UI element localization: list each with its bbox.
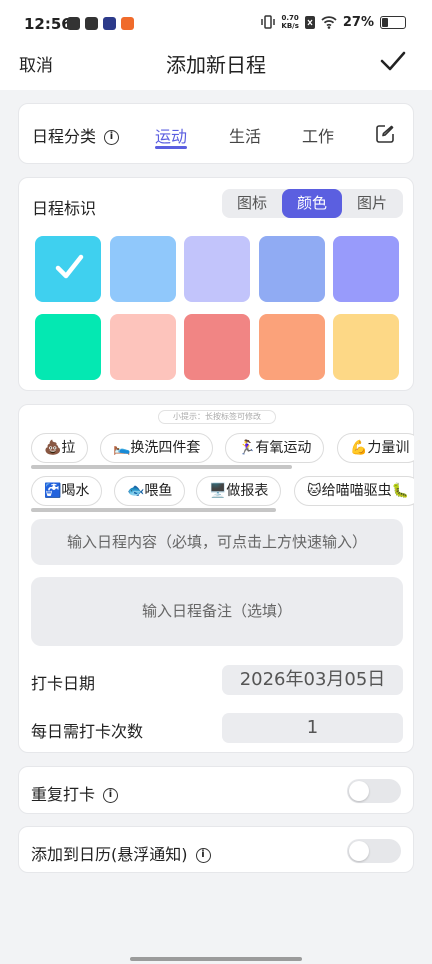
tag-hint: 小提示：长按标签可修改 [158, 410, 276, 424]
tab-work[interactable]: 工作 [302, 123, 334, 147]
quick-tags-row-2[interactable]: 🚰喝水 🐟喂鱼 🖥️做报表 🐱给喵喵驱虫🐛 [31, 476, 414, 510]
repeat-toggle[interactable] [347, 779, 401, 803]
notification-icon [85, 17, 98, 30]
category-label: 日程分类 i [32, 123, 120, 147]
tab-life[interactable]: 生活 [229, 123, 261, 147]
daily-count-label: 每日需打卡次数 [31, 722, 144, 741]
active-tab-indicator [155, 146, 187, 149]
info-icon[interactable]: i [195, 848, 211, 863]
category-card: 日程分类 i 运动 生活 工作 [18, 103, 414, 164]
quick-tag[interactable]: 🛌换洗四件套 [100, 433, 214, 463]
checkin-date-label: 打卡日期 [31, 674, 96, 693]
quick-tag[interactable]: 💩拉 [31, 433, 89, 463]
identifier-card: 日程标识 图标 颜色 图片 [18, 177, 414, 391]
edit-icon[interactable] [375, 124, 395, 144]
color-swatch[interactable] [184, 236, 250, 302]
color-swatch[interactable] [35, 236, 101, 302]
info-icon[interactable]: i [104, 130, 120, 145]
notification-icon [103, 17, 116, 30]
color-swatch[interactable] [35, 314, 101, 380]
repeat-label: 重复打卡 i [31, 781, 119, 805]
daily-count-input[interactable]: 1 [222, 713, 403, 743]
color-swatch[interactable] [184, 314, 250, 380]
net-speed: 0.70 KB/s [281, 14, 299, 30]
notification-icon [67, 17, 80, 30]
calendar-label: 添加到日历(悬浮通知) i [31, 841, 211, 865]
color-swatch[interactable] [258, 314, 325, 380]
battery-icon [380, 15, 406, 29]
mode-icon-button[interactable]: 图标 [222, 189, 282, 218]
calendar-card: 添加到日历(悬浮通知) i [18, 826, 414, 873]
schedule-form-card: 小提示：长按标签可修改 💩拉 🛌换洗四件套 🏃‍♀️有氧运动 💪力量训 🚰喝水 … [18, 404, 414, 753]
content-input[interactable]: 输入日程内容（必填，可点击上方快速输入） [31, 519, 403, 565]
mode-color-button[interactable]: 颜色 [282, 189, 342, 218]
wifi-icon [321, 15, 337, 29]
sim-icon [304, 15, 315, 29]
repeat-card: 重复打卡 i [18, 766, 414, 814]
color-swatch[interactable] [109, 236, 176, 302]
vibrate-icon [261, 15, 276, 29]
color-swatch[interactable] [333, 236, 399, 302]
color-swatch[interactable] [333, 314, 399, 380]
header: 取消 添加新日程 [0, 40, 432, 90]
mode-image-button[interactable]: 图片 [342, 189, 402, 218]
color-swatch[interactable] [109, 314, 176, 380]
quick-tag[interactable]: 💪力量训 [337, 433, 414, 463]
quick-tag[interactable]: 🖥️做报表 [196, 476, 282, 506]
quick-tag[interactable]: 🚰喝水 [31, 476, 103, 506]
battery-percent: 27% [342, 14, 374, 30]
notification-icon [121, 17, 134, 30]
quick-tag[interactable]: 🏃‍♀️有氧运动 [225, 433, 325, 463]
quick-tag[interactable]: 🐟喂鱼 [114, 476, 186, 506]
identifier-label: 日程标识 [32, 199, 97, 218]
quick-tag[interactable]: 🐱给喵喵驱虫🐛 [294, 476, 414, 506]
color-swatch[interactable] [258, 236, 325, 302]
tags-scroll-indicator [31, 465, 292, 469]
check-icon [55, 254, 84, 279]
quick-tags-row-1[interactable]: 💩拉 🛌换洗四件套 🏃‍♀️有氧运动 💪力量训 [31, 433, 414, 467]
page-title: 添加新日程 [166, 53, 266, 77]
note-input[interactable]: 输入日程备注（选填） [31, 577, 403, 646]
checkmark-icon[interactable] [380, 50, 406, 72]
home-indicator[interactable] [130, 957, 302, 961]
tab-sport[interactable]: 运动 [155, 123, 187, 147]
status-time: 12:56 [24, 15, 72, 33]
checkin-date-picker[interactable]: 2026年03月05日 [222, 665, 403, 695]
mode-selector: 图标 颜色 图片 [222, 189, 403, 218]
calendar-toggle[interactable] [347, 839, 401, 863]
info-icon[interactable]: i [103, 788, 119, 803]
tags-scroll-indicator [31, 508, 276, 512]
